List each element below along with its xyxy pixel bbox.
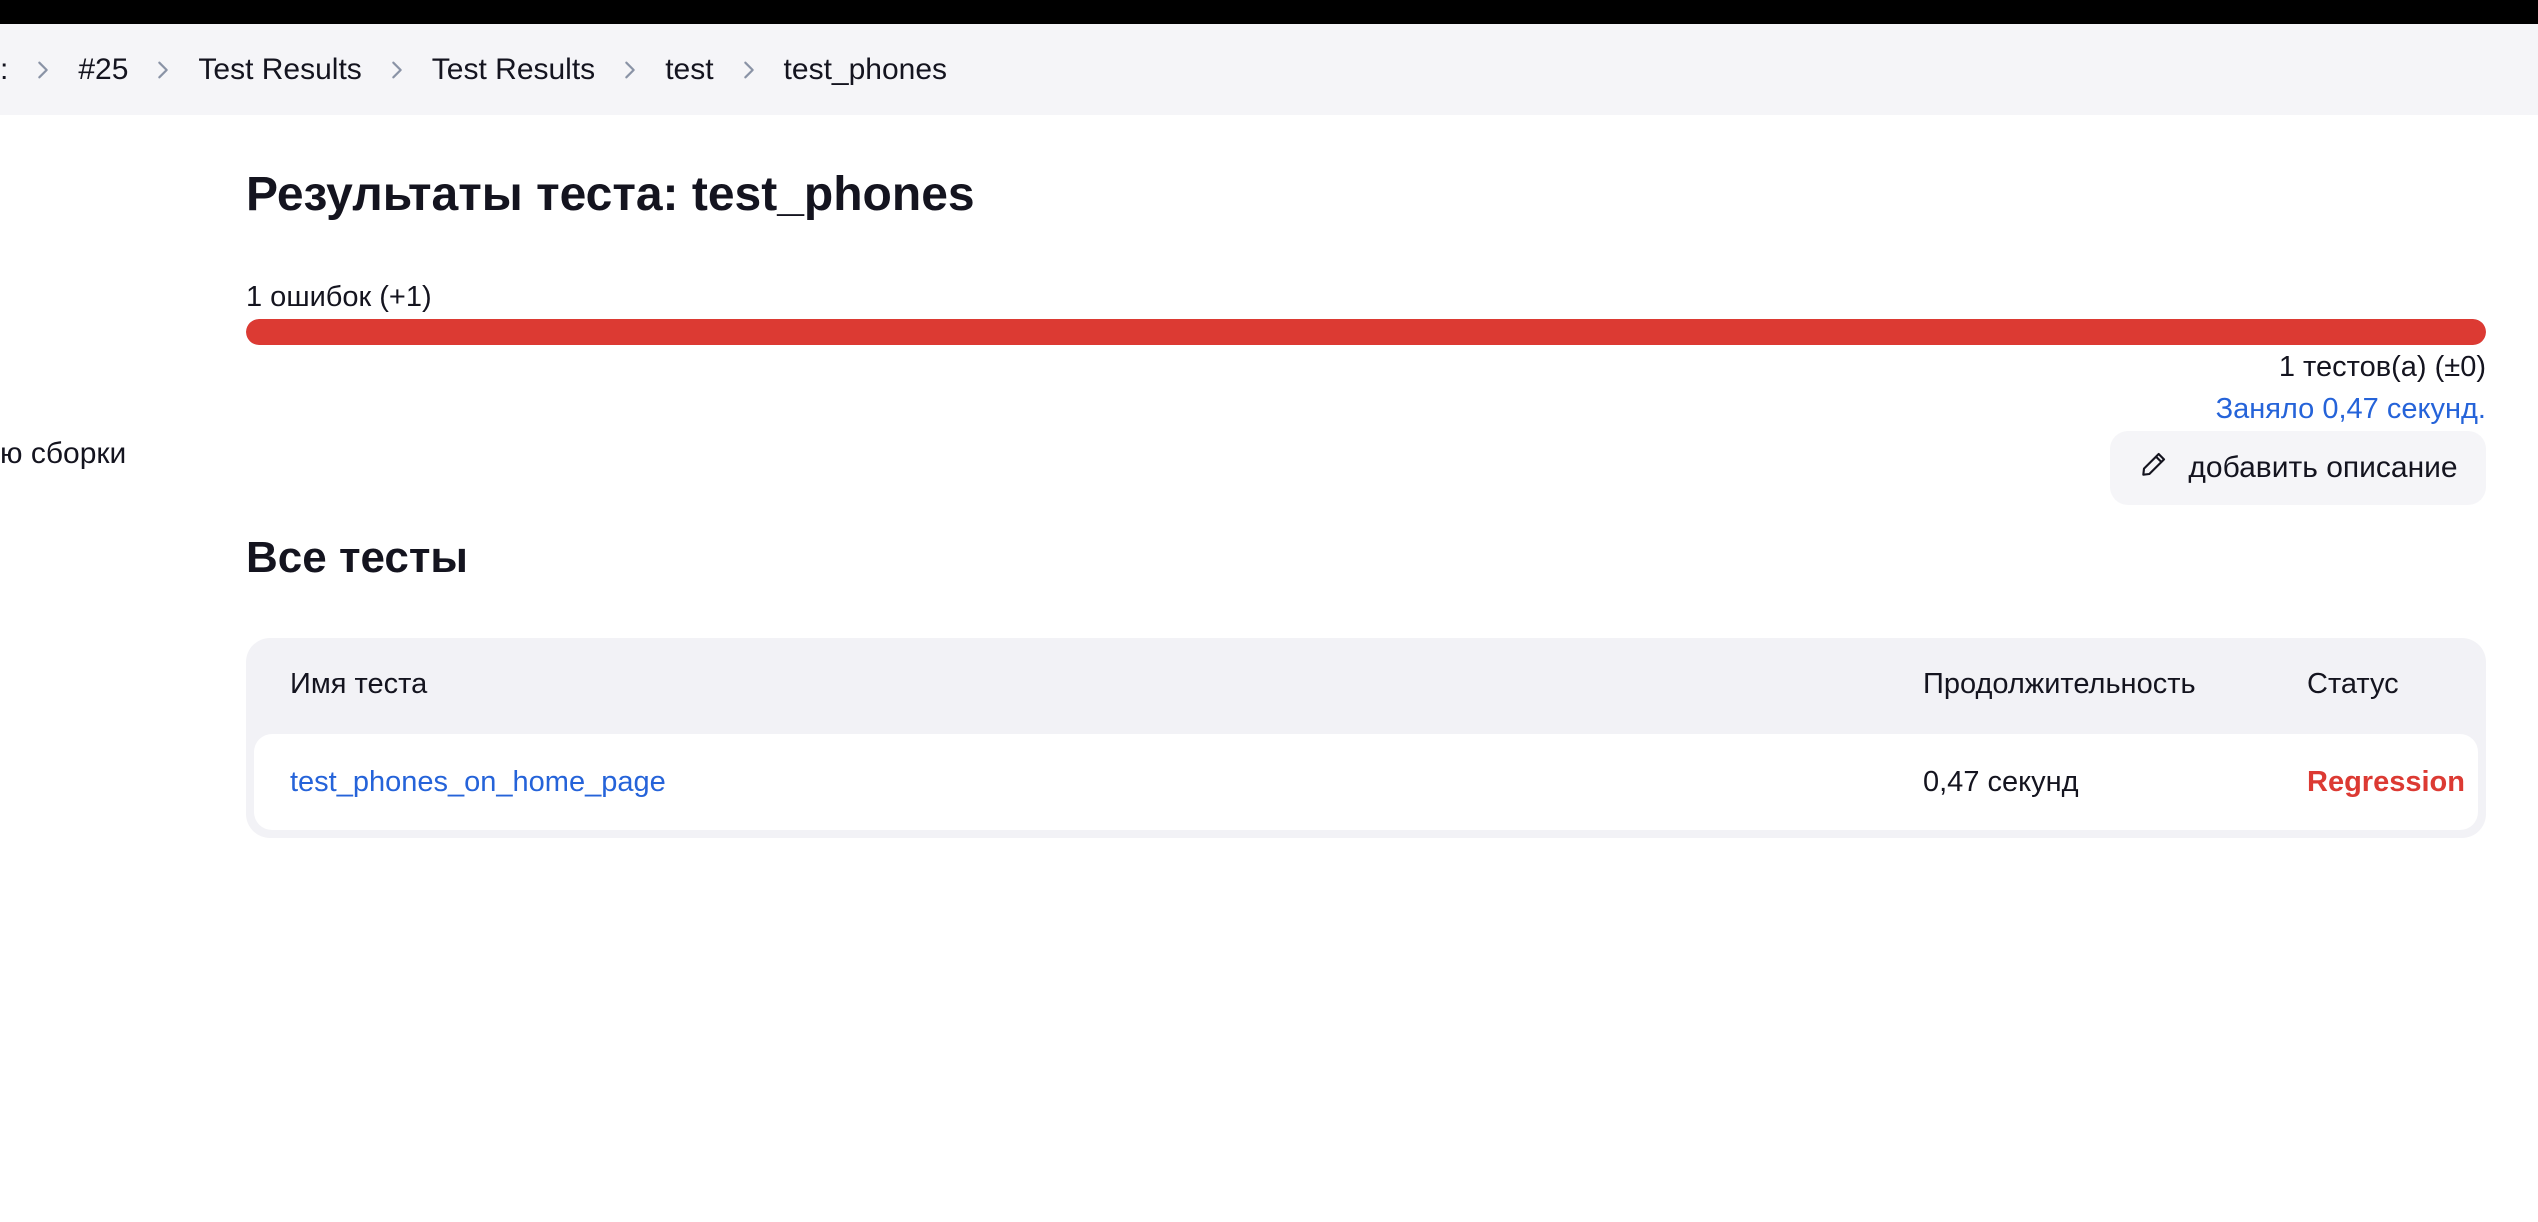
test-duration: 0,47 секунд bbox=[1923, 766, 2079, 798]
test-progress-bar bbox=[246, 319, 2486, 345]
table-row: test_phones_on_home_page 0,47 секунд Reg… bbox=[254, 734, 2478, 830]
chevron-right-icon bbox=[595, 50, 665, 90]
chevron-right-icon bbox=[714, 50, 784, 90]
breadcrumb: : #25 Test Results Test Results test tes… bbox=[0, 24, 2538, 115]
tests-count: 1 тестов(а) (±0) bbox=[2278, 351, 2486, 383]
breadcrumb-item-current[interactable]: test_phones bbox=[784, 53, 947, 87]
column-header-name[interactable]: Имя теста bbox=[290, 668, 427, 701]
breadcrumb-item-parent[interactable]: : bbox=[0, 53, 8, 87]
breadcrumb-item-package[interactable]: test bbox=[665, 53, 713, 87]
column-header-duration[interactable]: Продолжительность bbox=[1923, 668, 2196, 701]
duration-link[interactable]: Заняло 0,47 секунд. bbox=[2216, 393, 2486, 426]
pencil-icon bbox=[2138, 448, 2170, 488]
chevron-right-icon bbox=[128, 50, 198, 90]
sidebar-item-build[interactable]: ю сборки bbox=[0, 437, 126, 471]
test-name-link[interactable]: test_phones_on_home_page bbox=[290, 766, 666, 799]
column-header-status[interactable]: Статус bbox=[2307, 668, 2399, 701]
breadcrumb-item-test-results-2[interactable]: Test Results bbox=[432, 53, 595, 87]
window-top-bar bbox=[0, 0, 2538, 24]
chevron-right-icon bbox=[8, 50, 78, 90]
section-title-all-tests: Все тесты bbox=[246, 533, 468, 582]
page-title: Результаты теста: test_phones bbox=[246, 168, 975, 221]
breadcrumb-item-test-results[interactable]: Test Results bbox=[198, 53, 361, 87]
add-description-button[interactable]: добавить описание bbox=[2110, 431, 2486, 505]
status-badge: Regression bbox=[2307, 766, 2465, 798]
breadcrumb-item-build[interactable]: #25 bbox=[78, 53, 128, 87]
failure-summary: 1 ошибок (+1) bbox=[246, 281, 432, 313]
test-progress-fill bbox=[246, 319, 2486, 345]
tests-table: Имя теста Продолжительность Статус test_… bbox=[246, 638, 2486, 838]
add-description-label: добавить описание bbox=[2188, 451, 2458, 484]
chevron-right-icon bbox=[362, 50, 432, 90]
